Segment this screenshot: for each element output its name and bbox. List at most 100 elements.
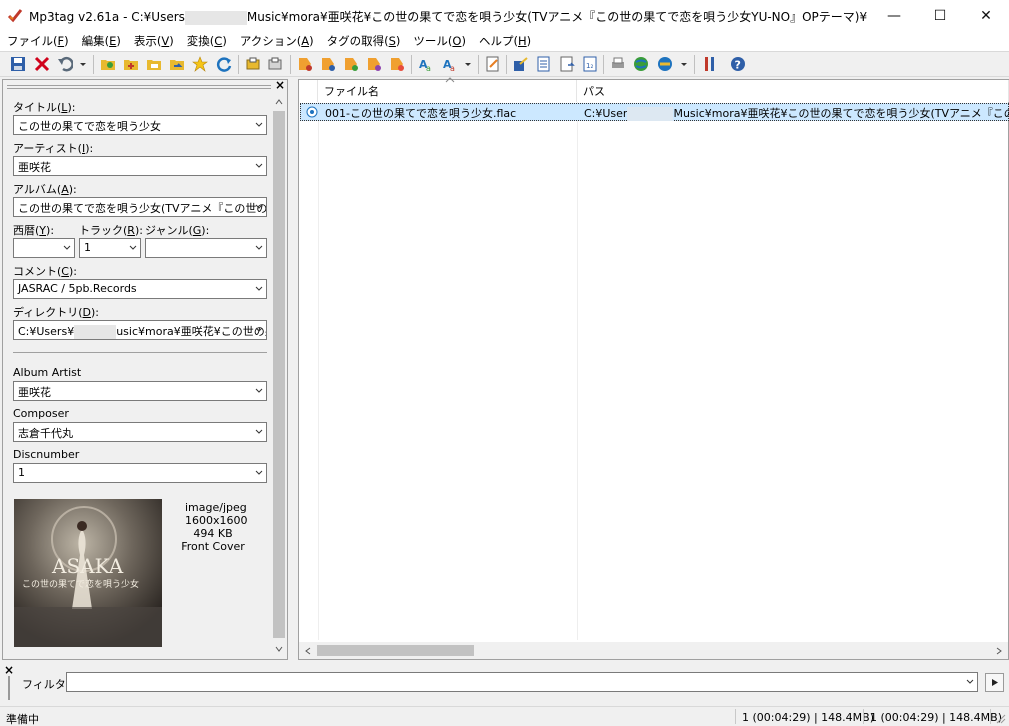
genre-field[interactable] [145,238,267,258]
export-icon[interactable] [513,56,529,72]
scroll-up-icon[interactable] [274,97,284,107]
chevron-down-icon[interactable] [78,56,88,72]
composer-field[interactable]: 志倉千代丸 [13,422,267,442]
filename-to-tag-icon[interactable] [320,56,336,72]
numbering-icon[interactable]: 1₂ [582,56,598,72]
discnumber-field[interactable]: 1 [13,463,267,483]
close-icon: ✕ [980,7,992,24]
tag-tag-icon[interactable] [366,56,382,72]
menu-tools[interactable]: ツール(O) [413,33,466,49]
scroll-right-icon[interactable] [994,646,1004,656]
cover-art-text: ASAKA [51,554,124,578]
close-button[interactable]: ✕ [963,0,1009,31]
chevron-down-icon[interactable] [463,56,473,72]
toolbar-separator [603,55,604,74]
add-folder-icon[interactable] [123,56,139,72]
scroll-thumb[interactable] [317,645,474,656]
toolbar-separator [93,55,94,74]
text-file-tag-icon[interactable] [343,56,359,72]
chevron-down-icon[interactable] [966,678,974,686]
composer-label: Composer [13,407,69,420]
filter-input[interactable] [66,672,978,692]
tag-to-filename-icon[interactable] [297,56,313,72]
cover-art-image[interactable]: ASAKA この世の果てで恋を唄う少女 [14,499,162,647]
audio-file-icon [306,106,318,118]
file-name-cell: 001-この世の果てで恋を唄う少女.flac [325,107,517,120]
refresh-icon[interactable] [216,56,232,72]
case-conversion-icon[interactable]: Aa [418,56,434,72]
menu-help[interactable]: ヘルプ(H) [479,33,531,49]
paste-tag-icon[interactable] [267,56,283,72]
column-header-path[interactable]: パス [577,80,1009,102]
menu-convert[interactable]: 変換(C) [187,33,227,49]
folder-list-icon[interactable] [146,56,162,72]
table-row[interactable]: 001-この世の果てで恋を唄う少女.flac C:¥User Music¥mora… [300,103,1009,121]
tag-panel-header: × [3,78,287,92]
web-icon[interactable] [633,56,649,72]
year-field[interactable] [13,238,75,258]
menu-file[interactable]: ファイル(F) [7,33,69,49]
print-icon[interactable] [610,56,626,72]
cover-mime: image/jpeg [185,501,247,514]
scroll-left-icon[interactable] [303,646,313,656]
toolbar-separator [411,55,412,74]
album-label: アルバム(A): [13,183,77,196]
folder-arrow-icon[interactable] [169,56,185,72]
app-icon [7,9,23,23]
options-icon[interactable] [702,56,718,72]
grip-line [7,85,271,86]
discnumber-label: Discnumber [13,448,80,461]
grip-line [7,88,271,89]
menu-view[interactable]: 表示(V) [134,33,174,49]
cover-size: 494 KB [193,527,233,540]
scroll-down-icon[interactable] [274,644,284,654]
delete-icon[interactable] [34,56,50,72]
comment-field[interactable]: JASRAC / 5pb.Records [13,279,267,299]
toolbar-separator [290,55,291,74]
menu-edit[interactable]: 編集(E) [82,33,121,49]
tag-panel-scrollbar[interactable] [271,94,287,659]
text-export-icon[interactable] [559,56,575,72]
artist-field[interactable]: 亜咲花 [13,156,267,176]
svg-text:a: a [450,64,455,72]
autonumber-icon[interactable] [389,56,405,72]
horizontal-scrollbar[interactable] [299,642,1008,659]
album-field[interactable]: この世の果てで恋を唄う少女(TVアニメ『この世の果 [13,197,267,217]
directory-label: ディレクトリ(D): [13,306,100,319]
track-field[interactable]: 1 [79,238,141,258]
column-header-filename[interactable]: ファイル名 [318,80,577,102]
status-divider [735,709,736,724]
menu-actions[interactable]: アクション(A) [240,33,314,49]
panel-close-icon[interactable]: × [275,78,285,92]
column-divider [577,102,578,640]
actions-icon[interactable]: Aa [442,56,458,72]
chevron-down-icon [255,286,263,291]
chevron-down-icon [255,245,263,250]
svg-text:?: ? [735,59,741,72]
folder-open-icon[interactable] [100,56,116,72]
copy-tag-icon[interactable] [245,56,261,72]
redacted-block [184,10,247,25]
resize-grip-icon[interactable] [995,713,1006,724]
filter-go-button[interactable] [985,673,1004,692]
maximize-button[interactable]: ☐ [917,0,963,31]
playlist-icon[interactable] [536,56,552,72]
extended-tags-icon[interactable] [485,56,501,72]
scroll-thumb[interactable] [273,111,285,638]
svg-text:a: a [426,64,431,72]
save-icon[interactable] [10,56,26,72]
album-artist-field[interactable]: 亜咲花 [13,381,267,401]
chevron-down-icon[interactable] [679,56,689,72]
undo-icon[interactable] [57,56,73,72]
title-field[interactable]: この世の果てで恋を唄う少女 [13,115,267,135]
status-bar: 準備中 1 (00:04:29) | 148.4MB) 1 (00:04:29)… [0,706,1009,726]
column-header-icon [299,80,318,102]
filter-close-icon[interactable]: × [4,663,14,677]
minimize-button[interactable]: — [871,0,917,31]
favorite-icon[interactable] [192,56,208,72]
menu-tag-sources[interactable]: タグの取得(S) [327,33,401,49]
web-sources-icon[interactable] [657,56,673,72]
help-icon[interactable]: ? [730,56,746,72]
year-label: 西暦(Y): [13,224,55,237]
directory-field[interactable]: C:¥Users¥ usic¥mora¥亜咲花¥この世の果 [13,320,267,340]
